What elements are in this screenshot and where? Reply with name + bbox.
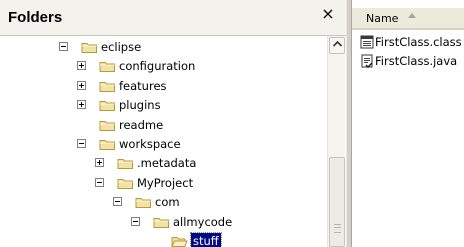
folder-icon (117, 178, 133, 189)
expand-plus-icon[interactable] (77, 80, 86, 90)
scroll-up-button[interactable] (329, 37, 345, 54)
tree-item-label: eclipse (101, 40, 142, 54)
folder-tree: eclipse configuration features plugins readm… (0, 36, 327, 247)
collapse-minus-icon[interactable] (113, 197, 122, 207)
expand-plus-icon[interactable] (77, 100, 86, 110)
expand-plus-icon[interactable] (95, 158, 104, 168)
folder-icon (99, 140, 115, 150)
tree-item-allmycode[interactable]: allmycode (0, 213, 327, 231)
expand-plus-icon[interactable] (77, 61, 86, 71)
collapse-minus-icon[interactable] (131, 216, 140, 226)
tree-item-workspace[interactable]: workspace (0, 135, 327, 153)
tree-item-label: configuration (119, 59, 196, 74)
tree-item-metadata[interactable]: .metadata (0, 154, 327, 172)
tree-item-features[interactable]: features (0, 77, 327, 95)
folder-icon (99, 81, 115, 92)
tree-item-readme[interactable]: readme (0, 116, 327, 134)
java-file-icon (361, 54, 373, 68)
tree-item-com[interactable]: com (0, 193, 327, 211)
file-name: FirstClass.java (375, 54, 458, 68)
chevron-up-icon (332, 40, 342, 47)
scrollbar-thumb[interactable] (329, 157, 345, 247)
tree-item-configuration[interactable]: configuration (0, 57, 327, 75)
folders-header: Folders × (0, 0, 346, 36)
collapse-minus-icon[interactable] (77, 139, 86, 148)
close-icon[interactable]: × (318, 5, 338, 25)
tree-item-eclipse[interactable]: eclipse (0, 38, 327, 56)
folders-pane: Folders × eclipse configuration features pl… (0, 0, 346, 247)
grip-icon (334, 224, 341, 233)
open-folder-icon (171, 237, 188, 247)
vertical-scrollbar[interactable] (327, 36, 345, 247)
tree-item-label: .metadata (137, 156, 197, 171)
folder-icon (153, 217, 169, 228)
tree-item-label: readme (119, 117, 164, 132)
folder-icon (99, 62, 115, 73)
folder-icon (117, 159, 133, 170)
folder-icon (99, 101, 115, 112)
tree-item-plugins[interactable]: plugins (0, 96, 327, 114)
collapse-minus-icon[interactable] (59, 42, 68, 51)
folders-title: Folders (8, 9, 63, 26)
tree-item-label: stuff (190, 232, 222, 247)
sort-ascending-icon (408, 13, 416, 18)
tree-item-label: allmycode (173, 214, 233, 229)
folder-icon (135, 198, 151, 209)
tree-item-label: com (155, 195, 180, 210)
column-header-label: Name (366, 12, 399, 25)
tree-item-label: plugins (119, 98, 161, 113)
tree-item-myproject[interactable]: MyProject (0, 174, 327, 192)
collapse-minus-icon[interactable] (95, 177, 104, 187)
class-file-icon (360, 35, 374, 49)
column-header-name[interactable]: Name (352, 8, 464, 30)
folder-icon (99, 120, 115, 131)
tree-item-stuff[interactable]: stuff (0, 232, 327, 247)
tree-item-label: MyProject (137, 175, 194, 190)
tree-item-label: workspace (119, 137, 181, 151)
folder-icon (81, 43, 97, 53)
file-list-pane: Name FirstClass.class FirstClass.java (352, 0, 464, 247)
tree-item-label: features (119, 78, 167, 93)
file-name: FirstClass.class (375, 35, 462, 49)
